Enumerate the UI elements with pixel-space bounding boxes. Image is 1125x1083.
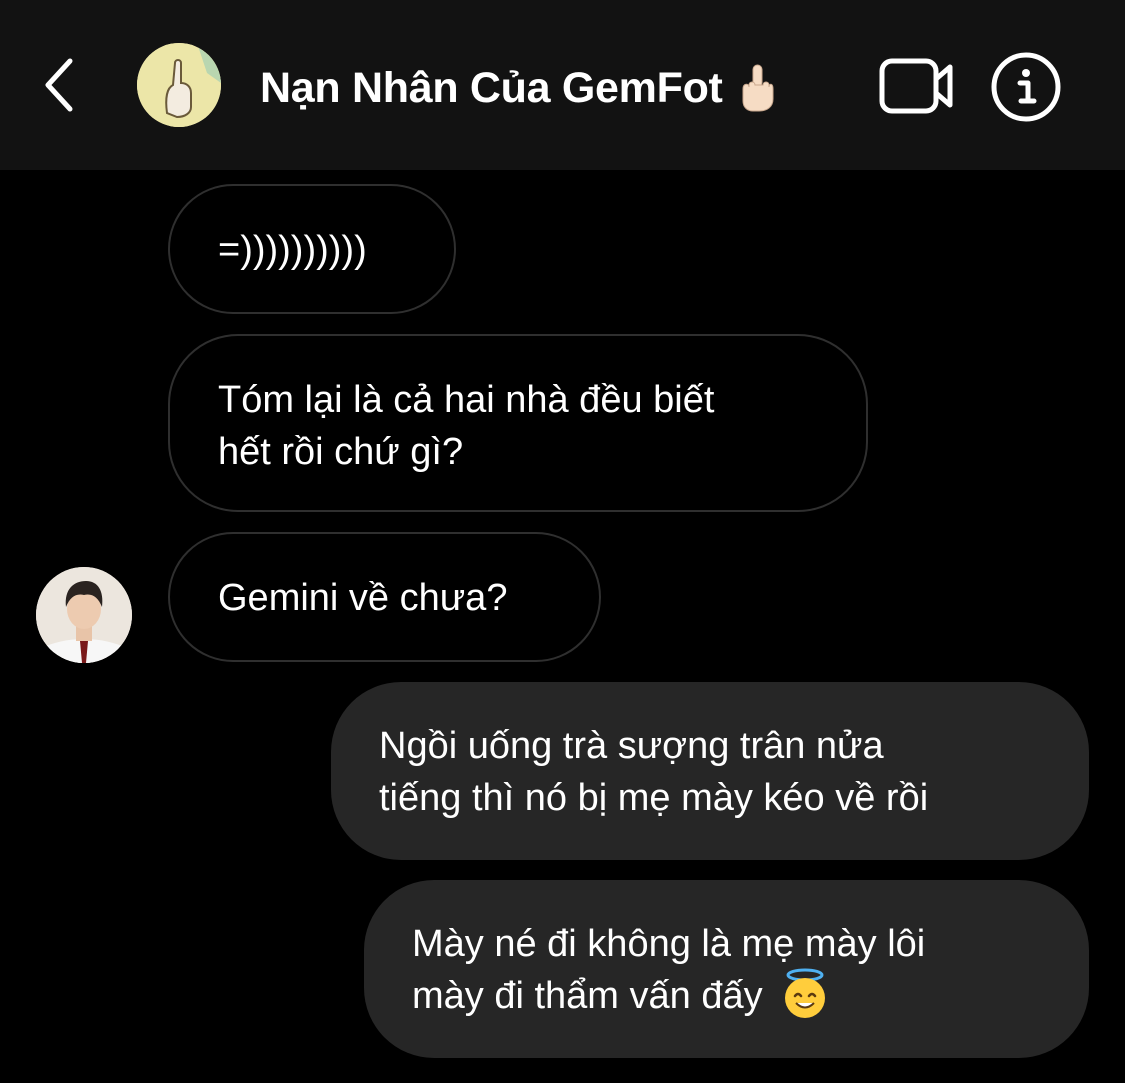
message-text: hết rồi chứ gì? (218, 431, 464, 473)
smiling-face-with-halo-emoji-icon (779, 968, 831, 1020)
message-bubble-incoming[interactable]: Tóm lại là cả hai nhà đều biết hết rồi c… (168, 334, 868, 512)
message-bubble-incoming[interactable]: Gemini về chưa? (168, 532, 601, 662)
info-icon (991, 52, 1061, 122)
video-camera-icon (879, 58, 953, 114)
contact-avatar[interactable] (36, 567, 132, 663)
message-bubble-outgoing[interactable]: Ngồi uống trà sượng trân nửa tiếng thì n… (331, 682, 1089, 860)
message-bubble-incoming[interactable]: =)))))))))) (168, 184, 456, 314)
back-button[interactable] (30, 50, 90, 120)
message-text: Ngồi uống trà sượng trân nửa (379, 725, 884, 767)
message-text: Tóm lại là cả hai nhà đều biết (218, 379, 715, 421)
message-text: =)))))))))) (218, 229, 367, 271)
chevron-left-icon (45, 58, 73, 112)
message-bubble-outgoing[interactable]: Mày né đi không là mẹ mày lôi mày đi thẩ… (364, 880, 1089, 1058)
message-text: Gemini về chưa? (218, 577, 508, 619)
message-text: tiếng thì nó bị mẹ mày kéo về rồi (379, 777, 929, 819)
message-text: Mày né đi không là mẹ mày lôi (412, 923, 926, 965)
video-call-button[interactable] (878, 55, 956, 117)
group-avatar[interactable] (137, 43, 221, 127)
message-text: mày đi thẩm vấn đấy (412, 975, 763, 1017)
chat-header: Nạn Nhân Của GemFot (0, 0, 1125, 170)
conversation-title[interactable]: Nạn Nhân Của GemFot (260, 58, 777, 118)
middle-finger-emoji-icon (737, 63, 777, 113)
message-text-line: mày đi thẩm vấn đấy (412, 968, 1089, 1024)
conversation-title-text: Nạn Nhân Của GemFot (260, 63, 723, 112)
info-button[interactable] (990, 51, 1062, 123)
